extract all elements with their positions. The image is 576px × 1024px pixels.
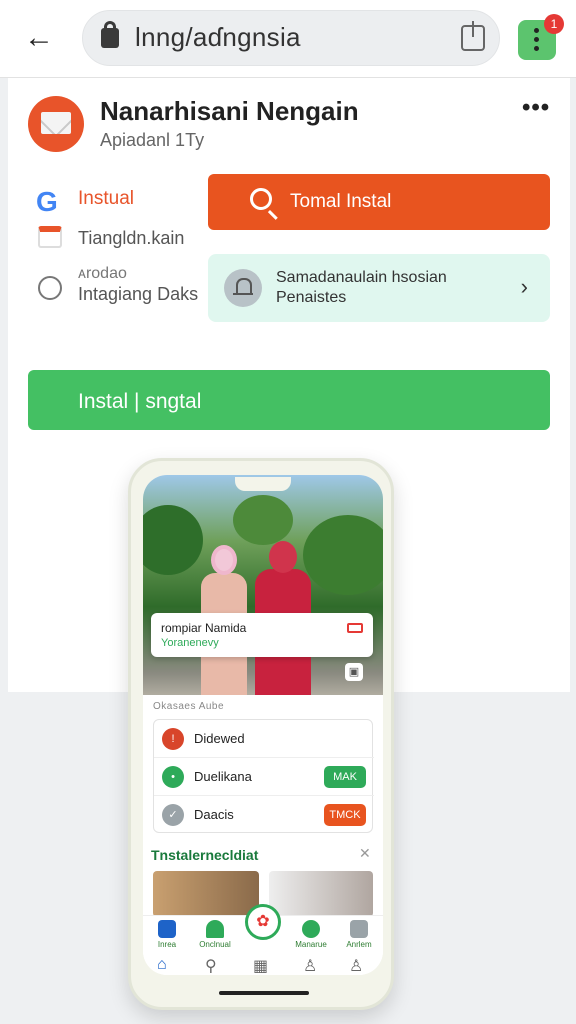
- phone-notch: [235, 477, 291, 491]
- list-item-label: Didewed: [194, 731, 245, 746]
- account-icon[interactable]: ♙: [349, 956, 363, 975]
- grid-icon[interactable]: ▦: [253, 956, 268, 975]
- lock-icon: [101, 21, 119, 48]
- profile-icon: [350, 920, 368, 938]
- mail-avatar: [28, 96, 84, 152]
- url-text[interactable]: lnng/aɗngnsia: [135, 22, 301, 53]
- bell-icon: [206, 920, 224, 938]
- tab-label: Onclnual: [199, 940, 231, 949]
- info-card-line2: Penaistes: [276, 289, 347, 306]
- home-icon[interactable]: ⌂: [157, 956, 167, 974]
- list-item[interactable]: ✓ Daacis TMCK: [154, 796, 374, 834]
- tag-icon: [347, 623, 363, 633]
- photo-caption-card[interactable]: rompiar Namida Yoranenevy: [151, 613, 373, 657]
- tomal-instal-button[interactable]: Tomal Instal: [208, 174, 550, 230]
- info-card-text: Samadanaulain hsosian Penaistes: [276, 268, 506, 308]
- section-label: Okasaes Aube: [153, 701, 225, 712]
- alert-icon: !: [162, 728, 184, 750]
- tab-item[interactable]: Inrea: [147, 920, 187, 949]
- tree-shape: [303, 515, 383, 595]
- info-card-line1: Samadanaulain hsosian: [276, 269, 447, 286]
- info-card[interactable]: Samadanaulain hsosian Penaistes ›: [208, 254, 550, 322]
- tab-label: Inrea: [157, 940, 177, 949]
- tab-label: Anrlem: [346, 940, 372, 949]
- tree-shape: [233, 495, 293, 545]
- tmck-button[interactable]: TMCK: [324, 804, 366, 826]
- mak-button[interactable]: MAK: [324, 766, 366, 788]
- browser-menu-button[interactable]: 1: [518, 14, 564, 60]
- calendar-icon: [38, 226, 62, 248]
- person-head: [269, 541, 297, 573]
- tree-shape: [143, 505, 203, 575]
- photo-caption-subtitle: Yoranenevy: [161, 637, 219, 649]
- radio-button[interactable]: [38, 276, 62, 300]
- info-icon: [158, 920, 176, 938]
- person-head: [211, 545, 237, 575]
- install-heading: Tnstalernecldiat: [151, 847, 259, 863]
- more-horizontal-icon[interactable]: •••: [522, 94, 550, 122]
- install-button[interactable]: Instal | sngtal: [28, 370, 550, 430]
- address-bar[interactable]: lnng/aɗngnsia: [82, 10, 500, 66]
- browser-toolbar: ← lnng/aɗngnsia 1: [0, 0, 576, 78]
- camera-icon[interactable]: ▣: [345, 663, 363, 681]
- envelope-icon: [41, 112, 71, 134]
- chevron-right-icon: ›: [520, 274, 528, 299]
- profile-name: Nanarhisani Nengain: [100, 96, 359, 126]
- check-icon: [302, 920, 320, 938]
- list-item[interactable]: • Duelikana MAK: [154, 758, 374, 796]
- user-icon[interactable]: ♙: [303, 956, 317, 975]
- action-list: ! Didewed • Duelikana MAK ✓ Daacis TMCK: [153, 719, 374, 834]
- photo-caption-title: rompiar Namida: [161, 621, 247, 635]
- tomal-instal-label: Tomal Instal: [290, 191, 392, 212]
- dot-icon: •: [162, 766, 184, 788]
- calendar-option-label[interactable]: Tiangldn.kain: [78, 228, 184, 249]
- more-vertical-icon: [534, 28, 539, 33]
- check-icon: ✓: [162, 804, 184, 826]
- search-icon[interactable]: ⚲: [205, 956, 217, 975]
- phone-mockup: rompiar Namida Yoranenevy ▣ Okasaes Aube…: [128, 458, 394, 1010]
- thumbnail-image[interactable]: [153, 871, 259, 917]
- list-item-label: Duelikana: [194, 769, 252, 784]
- hero-photo: rompiar Namida Yoranenevy ▣: [143, 475, 383, 695]
- radio-label-small: ᴀrodao: [78, 265, 127, 282]
- center-action-button[interactable]: ✿: [245, 904, 281, 940]
- list-item[interactable]: ! Didewed: [154, 720, 374, 758]
- tab-label: Manarue: [295, 940, 327, 949]
- close-icon[interactable]: ✕: [359, 845, 371, 862]
- notification-badge: 1: [544, 14, 564, 34]
- tab-item[interactable]: Onclnual: [195, 920, 235, 949]
- bottom-tab-bar: Inrea Onclnual ✿ Manarue Anrlem ⌂ ⚲ ▦ ♙ …: [143, 904, 383, 975]
- google-option-label[interactable]: Instual: [78, 188, 134, 210]
- thumbnail-image[interactable]: [269, 871, 373, 917]
- tab-item[interactable]: Manarue: [291, 920, 331, 949]
- share-icon[interactable]: [461, 21, 485, 51]
- profile-subtitle: Apiadanl 1Ty: [100, 130, 205, 150]
- google-icon: G: [36, 186, 58, 217]
- tab-item[interactable]: Anrlem: [339, 920, 379, 949]
- radio-label[interactable]: Intagiang Daks: [78, 284, 198, 305]
- search-icon: [250, 188, 272, 210]
- phone-screen: rompiar Namida Yoranenevy ▣ Okasaes Aube…: [143, 475, 383, 975]
- bell-icon: [224, 269, 262, 307]
- list-item-label: Daacis: [194, 807, 234, 822]
- home-indicator: [219, 991, 309, 995]
- back-arrow-icon[interactable]: ←: [24, 20, 60, 56]
